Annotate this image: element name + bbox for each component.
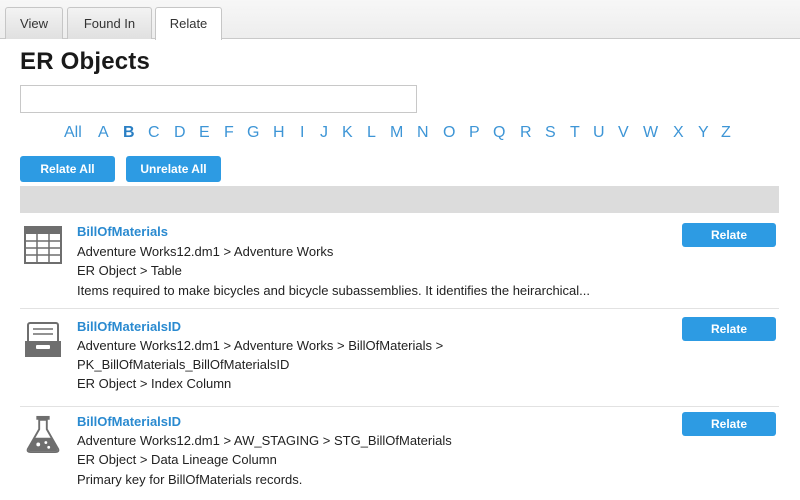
alpha-filter-all[interactable]: All [64,124,82,142]
alpha-filter-t[interactable]: T [570,124,580,142]
flask-icon [26,415,60,453]
alpha-filter-z[interactable]: Z [721,124,731,142]
alpha-filter-q[interactable]: Q [493,124,505,142]
result-name-link[interactable]: BillOfMaterialsID [77,414,181,429]
relate-button[interactable]: Relate [682,317,776,341]
alpha-filter-y[interactable]: Y [698,124,709,142]
relate-button[interactable]: Relate [682,412,776,436]
alpha-filter-u[interactable]: U [593,124,605,142]
list-item: BillOfMaterials Adventure Works12.dm1 > … [20,213,779,309]
result-path: Adventure Works12.dm1 > AW_STAGING > STG… [77,433,452,448]
tab-found-in[interactable]: Found In [67,7,152,39]
result-type: ER Object > Index Column [77,376,232,391]
alpha-filter-m[interactable]: M [390,124,403,142]
result-name-link[interactable]: BillOfMaterialsID [77,319,181,334]
result-path-continued: PK_BillOfMaterials_BillOfMaterialsID [77,357,290,372]
alpha-filter-n[interactable]: N [417,124,429,142]
alpha-filter-b[interactable]: B [123,124,135,142]
result-name-link[interactable]: BillOfMaterials [77,224,168,239]
alpha-filter-j[interactable]: J [320,124,328,142]
list-item: BillOfMaterialsID Adventure Works12.dm1 … [20,309,779,407]
alpha-filter-s[interactable]: S [545,124,556,142]
alphabet-filter: All A B C D E F G H I J K L M N O P Q R … [0,124,800,146]
relate-all-button[interactable]: Relate All [20,156,115,182]
alpha-filter-d[interactable]: D [174,124,186,142]
result-type: ER Object > Table [77,263,182,278]
alpha-filter-p[interactable]: P [469,124,480,142]
page-title: ER Objects [20,48,151,75]
result-path: Adventure Works12.dm1 > Adventure Works [77,244,334,259]
alpha-filter-a[interactable]: A [98,124,109,142]
alpha-filter-g[interactable]: G [247,124,259,142]
alpha-filter-f[interactable]: F [224,124,234,142]
results-list: BillOfMaterials Adventure Works12.dm1 > … [20,213,779,500]
result-type: ER Object > Data Lineage Column [77,452,277,467]
result-path: Adventure Works12.dm1 > Adventure Works … [77,338,444,353]
alpha-filter-w[interactable]: W [643,124,658,142]
alpha-filter-k[interactable]: K [342,124,353,142]
alpha-filter-o[interactable]: O [443,124,455,142]
alpha-filter-v[interactable]: V [618,124,629,142]
table-icon [24,226,62,264]
alpha-filter-e[interactable]: E [199,124,210,142]
alpha-filter-x[interactable]: X [673,124,684,142]
unrelate-all-button[interactable]: Unrelate All [126,156,221,182]
alpha-filter-l[interactable]: L [367,124,376,142]
alpha-filter-r[interactable]: R [520,124,532,142]
alpha-filter-h[interactable]: H [273,124,285,142]
index-icon [25,322,61,357]
alpha-filter-c[interactable]: C [148,124,160,142]
result-description: Primary key for BillOfMaterials records. [77,472,303,487]
relate-button[interactable]: Relate [682,223,776,247]
tab-bar: View Found In Relate [0,0,800,40]
tab-view[interactable]: View [5,7,63,39]
results-header-band [20,186,779,213]
result-description: Items required to make bicycles and bicy… [77,283,591,298]
tab-relate[interactable]: Relate [155,7,222,40]
alpha-filter-i[interactable]: I [300,124,304,142]
list-item: BillOfMaterialsID Adventure Works12.dm1 … [20,407,779,500]
search-input[interactable] [20,85,417,113]
